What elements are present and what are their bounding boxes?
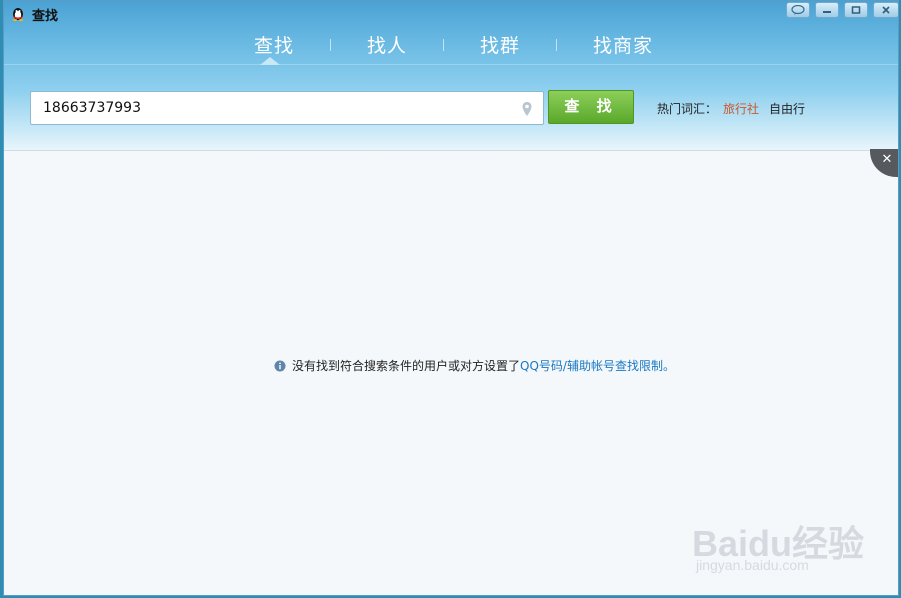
message-text: 没有找到符合搜索条件的用户或对方设置了 — [292, 359, 521, 373]
chat-bubble-icon — [791, 5, 805, 15]
search-button[interactable]: 查 找 — [548, 90, 634, 124]
close-window-button[interactable] — [873, 2, 898, 18]
close-icon: ✕ — [881, 152, 893, 167]
header-area: 查找 查找 找人 找群 找商家 18663737993 查 找 热门词汇： 旅行… — [4, 1, 898, 151]
info-icon — [274, 360, 286, 372]
minimize-icon — [823, 11, 831, 13]
tab-find[interactable]: 查找 — [254, 31, 294, 58]
tab-find-groups[interactable]: 找群 — [480, 31, 520, 58]
search-restriction-link[interactable]: QQ号码/辅助帐号查找限制。 — [520, 359, 675, 373]
close-results-button[interactable]: ✕ — [870, 149, 898, 177]
hot-words-label: 热门词汇： — [657, 102, 718, 116]
qq-penguin-icon — [13, 8, 23, 21]
tab-find-people[interactable]: 找人 — [367, 31, 407, 58]
no-result-message: 没有找到符合搜索条件的用户或对方设置了QQ号码/辅助帐号查找限制。 — [274, 357, 675, 374]
tab-find-merchants[interactable]: 找商家 — [593, 31, 653, 58]
close-icon — [882, 6, 890, 14]
location-pin-icon[interactable] — [521, 101, 533, 117]
hot-words: 热门词汇： 旅行社 自由行 — [657, 100, 805, 117]
window-title: 查找 — [32, 9, 59, 24]
feedback-button[interactable] — [786, 2, 810, 18]
maximize-button[interactable] — [844, 2, 868, 18]
tab-divider — [330, 39, 331, 51]
baidu-watermark: Baidu经验 jingyan.baidu.com — [692, 501, 864, 581]
hot-word-link[interactable]: 自由行 — [769, 102, 805, 116]
watermark-sub: jingyan.baidu.com — [696, 557, 809, 573]
header-divider — [4, 150, 898, 151]
search-box — [30, 91, 544, 125]
search-input[interactable] — [31, 92, 535, 124]
active-tab-indicator — [260, 57, 280, 65]
title-bar: 查找 — [4, 1, 898, 25]
tab-divider — [443, 39, 444, 51]
tab-bar: 查找 找人 找群 找商家 — [4, 31, 898, 65]
hot-word-link[interactable]: 旅行社 — [723, 102, 759, 116]
find-window: 查找 查找 找人 找群 找商家 18663737993 查 找 热门词汇： 旅行… — [3, 0, 899, 596]
tab-underline — [4, 64, 898, 65]
minimize-button[interactable] — [815, 2, 839, 18]
tab-divider — [556, 39, 557, 51]
maximize-icon — [851, 6, 861, 14]
